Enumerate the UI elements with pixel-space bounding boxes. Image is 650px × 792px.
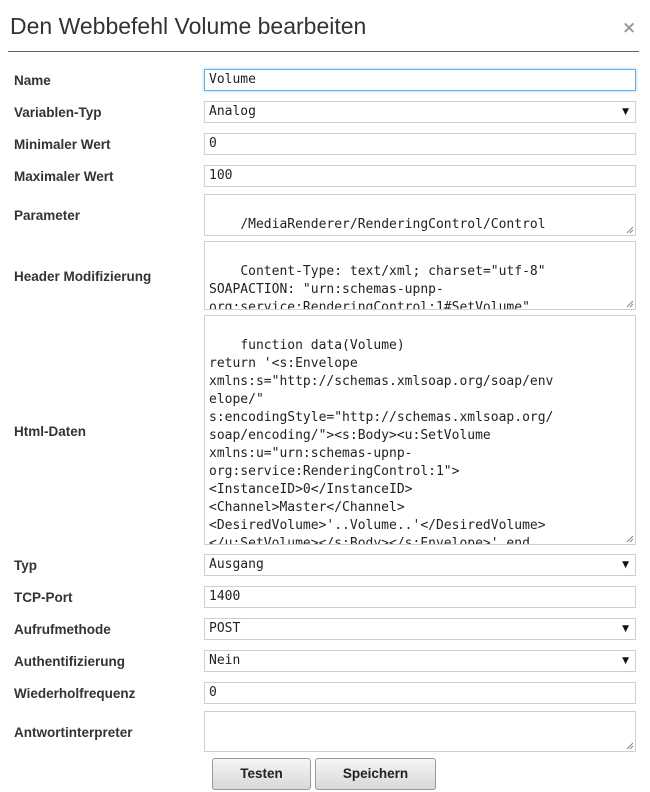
- authentication-value: Nein: [209, 653, 241, 668]
- tcp-port-label: TCP-Port: [14, 590, 73, 605]
- call-method-select[interactable]: POST ▼: [204, 618, 636, 640]
- chevron-down-icon: ▼: [622, 624, 629, 634]
- chevron-down-icon: ▼: [622, 107, 629, 117]
- variable-type-value: Analog: [209, 104, 256, 119]
- dialog-title: Den Webbefehl Volume bearbeiten: [10, 13, 367, 39]
- header-text: Content-Type: text/xml; charset="utf-8" …: [209, 264, 546, 310]
- edit-webcommand-dialog: Den Webbefehl Volume bearbeiten × Name V…: [0, 0, 650, 792]
- html-data-text: function data(Volume) return '<s:Envelop…: [209, 338, 554, 545]
- name-label: Name: [14, 73, 51, 88]
- name-input[interactable]: Volume: [204, 69, 636, 91]
- response-interpreter-textarea[interactable]: [204, 711, 636, 752]
- call-method-value: POST: [209, 621, 241, 636]
- html-data-label: Html-Daten: [14, 424, 87, 439]
- close-icon[interactable]: ×: [622, 18, 636, 38]
- resize-grip-icon[interactable]: [626, 535, 634, 543]
- parameter-text: /MediaRenderer/RenderingControl/Control: [240, 217, 546, 232]
- resize-grip-icon[interactable]: [626, 300, 634, 308]
- header-label: Header Modifizierung: [14, 269, 152, 284]
- header-textarea[interactable]: Content-Type: text/xml; charset="utf-8" …: [204, 241, 636, 310]
- html-data-textarea[interactable]: function data(Volume) return '<s:Envelop…: [204, 315, 636, 545]
- type-label: Typ: [14, 558, 37, 573]
- parameter-label: Parameter: [14, 208, 81, 223]
- chevron-down-icon: ▼: [622, 560, 629, 570]
- variable-type-select[interactable]: Analog ▼: [204, 101, 636, 123]
- parameter-textarea[interactable]: /MediaRenderer/RenderingControl/Control: [204, 194, 636, 236]
- response-interpreter-label: Antwortinterpreter: [14, 725, 133, 740]
- resize-grip-icon[interactable]: [626, 742, 634, 750]
- variable-type-label: Variablen-Typ: [14, 105, 102, 120]
- save-button[interactable]: Speichern: [315, 758, 436, 790]
- repeat-frequency-label: Wiederholfrequenz: [14, 686, 136, 701]
- min-value-input[interactable]: 0: [204, 133, 636, 155]
- max-value-label: Maximaler Wert: [14, 169, 114, 184]
- min-value-label: Minimaler Wert: [14, 137, 111, 152]
- resize-grip-icon[interactable]: [626, 226, 634, 234]
- max-value-input[interactable]: 100: [204, 165, 636, 187]
- call-method-label: Aufrufmethode: [14, 622, 111, 637]
- type-select[interactable]: Ausgang ▼: [204, 554, 636, 576]
- tcp-port-input[interactable]: 1400: [204, 586, 636, 608]
- authentication-label: Authentifizierung: [14, 654, 125, 669]
- title-divider: [8, 51, 639, 52]
- type-value: Ausgang: [209, 557, 264, 572]
- repeat-frequency-input[interactable]: 0: [204, 682, 636, 704]
- authentication-select[interactable]: Nein ▼: [204, 650, 636, 672]
- chevron-down-icon: ▼: [622, 656, 629, 666]
- test-button[interactable]: Testen: [212, 758, 311, 790]
